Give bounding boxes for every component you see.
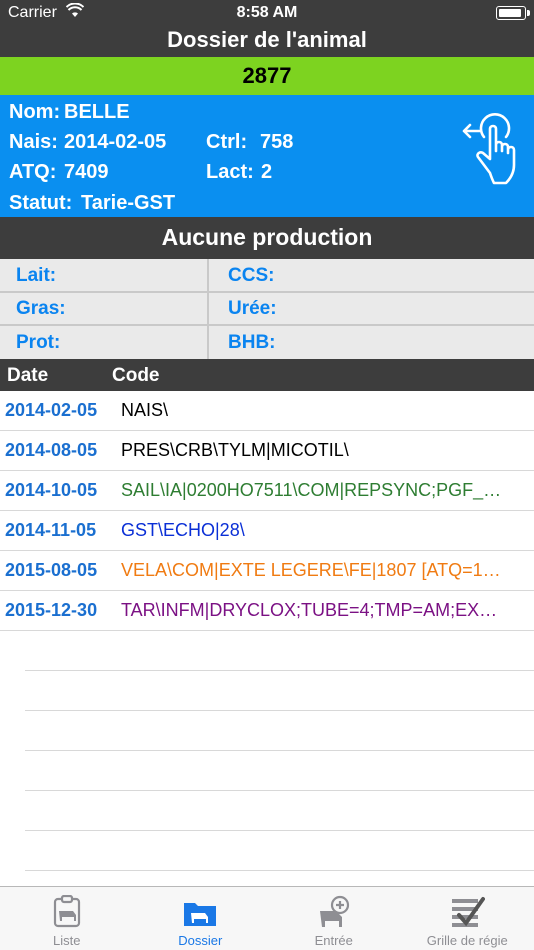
table-row[interactable]: 2014-11-05 GST\ECHO|28\ [0, 511, 534, 551]
grid-divider [207, 259, 209, 359]
statut-label: Statut: [9, 192, 73, 214]
row-date: 2014-10-05 [5, 480, 98, 500]
row-date: 2014-11-05 [5, 520, 97, 540]
empty-row [0, 671, 534, 711]
row-code: PRES\CRB\TYLM|MICOTIL\ [121, 440, 349, 460]
empty-row [0, 711, 534, 751]
tab-entree-label: Entrée [314, 933, 353, 948]
table-row[interactable]: 2014-02-05 NAIS\ [0, 391, 534, 431]
row-code: TAR\INFM|DRYCLOX;TUBE=4;TMP=AM;EX… [121, 600, 498, 620]
nom-value: BELLE [64, 101, 130, 123]
lait-label: Lait: [16, 265, 57, 286]
lact-label: Lact: [206, 161, 254, 183]
list-cow-icon [49, 894, 85, 929]
tab-entree[interactable]: Entrée [267, 887, 401, 950]
page-title: Dossier de l'animal [0, 26, 534, 57]
add-cow-icon [316, 895, 352, 929]
tab-dossier[interactable]: Dossier [134, 887, 268, 950]
uree-label: Urée: [228, 298, 277, 319]
nais-value: 2014-02-05 [64, 131, 167, 153]
tab-grille-de-regie[interactable]: Grille de régie [401, 887, 534, 950]
ctrl-value: 758 [260, 131, 294, 153]
statut-value: Tarie-GST [81, 192, 176, 214]
grid-divider [0, 324, 534, 326]
code-column-header: Code [112, 365, 160, 386]
row-code: GST\ECHO|28\ [121, 520, 245, 540]
history-table: 2014-02-05 NAIS\ 2014-08-05 PRES\CRB\TYL… [0, 391, 534, 871]
tab-liste-label: Liste [53, 933, 81, 948]
date-column-header: Date [7, 365, 49, 386]
swipe-hand-icon[interactable] [460, 107, 530, 187]
row-code: NAIS\ [121, 400, 169, 420]
row-date: 2014-02-05 [5, 400, 98, 420]
bhb-label: BHB: [228, 332, 276, 353]
clock: 8:58 AM [236, 4, 298, 21]
lact-value: 2 [261, 161, 273, 183]
tab-bar: Liste Dossier Entrée Grille de régie [0, 886, 534, 950]
empty-row [0, 631, 534, 671]
gras-label: Gras: [16, 298, 66, 319]
tab-liste[interactable]: Liste [0, 887, 134, 950]
row-date: 2015-08-05 [5, 560, 98, 580]
table-row[interactable]: 2015-12-30 TAR\INFM|DRYCLOX;TUBE=4;TMP=A… [0, 591, 534, 631]
table-row[interactable]: 2015-08-05 VELA\COM|EXTE LEGERE\FE|1807 … [0, 551, 534, 591]
folder-cow-icon [182, 895, 218, 929]
grid-divider [0, 291, 534, 293]
table-row[interactable]: 2014-08-05 PRES\CRB\TYLM|MICOTIL\ [0, 431, 534, 471]
ccs-label: CCS: [228, 265, 275, 286]
row-date: 2014-08-05 [5, 440, 98, 460]
production-header: Aucune production [0, 217, 534, 259]
animal-id-bar: 2877 [0, 57, 534, 95]
empty-row [0, 751, 534, 791]
empty-row [0, 831, 534, 871]
status-bar: Carrier 8:58 AM [0, 0, 534, 26]
atq-value: 7409 [64, 161, 109, 183]
nais-label: Nais: [9, 131, 58, 153]
battery-icon [496, 6, 530, 20]
tab-dossier-label: Dossier [178, 933, 223, 948]
row-code: SAIL\IA|0200HO7511\COM|REPSYNC;PGF_… [121, 480, 502, 500]
animal-info-panel[interactable]: Nom: BELLE Nais: 2014-02-05 Ctrl: 758 AT… [0, 95, 534, 217]
row-code: VELA\COM|EXTE LEGERE\FE|1807 [ATQ=1… [121, 560, 501, 580]
atq-label: ATQ: [9, 161, 57, 183]
production-grid: Lait: CCS: Gras: Urée: Prot: BHB: [0, 259, 534, 359]
prot-label: Prot: [16, 332, 61, 353]
empty-row [0, 791, 534, 831]
tab-grille-label: Grille de régie [426, 933, 508, 948]
checklist-icon [449, 895, 486, 929]
history-table-header: Date Code [0, 359, 534, 391]
table-row[interactable]: 2014-10-05 SAIL\IA|0200HO7511\COM|REPSYN… [0, 471, 534, 511]
ctrl-label: Ctrl: [206, 131, 248, 153]
row-date: 2015-12-30 [5, 600, 98, 620]
nom-label: Nom: [9, 101, 61, 123]
